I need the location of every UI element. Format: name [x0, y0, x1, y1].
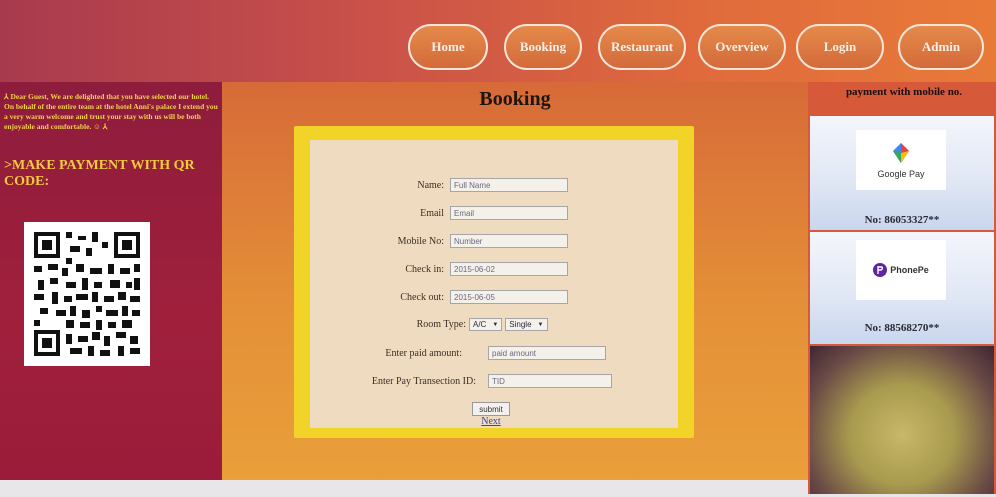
- booking-form-frame: Name: Full Name Email Email Mobile No: N…: [294, 126, 694, 438]
- left-info-panel: ⅄ Dear Guest, We are delighted that you …: [0, 82, 222, 480]
- mobile-label: Mobile No:: [397, 235, 444, 247]
- checkin-label: Check in:: [405, 263, 444, 275]
- nav-booking-button[interactable]: Booking: [504, 24, 582, 70]
- google-pay-icon: [893, 143, 909, 163]
- roomtype-ac-value: A/C: [473, 320, 487, 329]
- mobile-payment-heading: payment with mobile no.: [845, 86, 963, 98]
- google-pay-logo: Google Pay: [856, 130, 946, 190]
- mobile-input[interactable]: Number: [450, 234, 568, 248]
- qr-code-icon: [30, 228, 144, 360]
- food-image: [810, 346, 994, 494]
- phonepe-icon: [873, 263, 888, 277]
- google-pay-card: Google Pay No: 86053327**: [810, 116, 994, 230]
- google-pay-brand: Google Pay: [877, 169, 925, 179]
- roomtype-bed-select[interactable]: Single ▼: [505, 318, 548, 331]
- tid-label: Enter Pay Transection ID:: [371, 375, 476, 387]
- page-title: Booking: [479, 88, 551, 110]
- nav-admin-button[interactable]: Admin: [898, 24, 984, 70]
- nav-home-button[interactable]: Home: [408, 24, 488, 70]
- amount-label: Enter paid amount:: [385, 347, 462, 359]
- welcome-message: ⅄ Dear Guest, We are delighted that you …: [4, 92, 218, 131]
- checkout-date-input[interactable]: 2015-06-05: [450, 290, 568, 304]
- email-label: Email: [420, 207, 444, 219]
- header-bar: Home Booking Restaurant Overview Login A…: [0, 0, 996, 82]
- checkin-date-input[interactable]: 2015-06-02: [450, 262, 568, 276]
- email-input[interactable]: Email: [450, 206, 568, 220]
- page-footer-area: [0, 480, 808, 497]
- qr-payment-heading: >MAKE PAYMENT WITH QR CODE:: [4, 158, 195, 189]
- chevron-down-icon: ▼: [537, 321, 544, 328]
- google-pay-number: No: 86053327**: [864, 214, 940, 226]
- next-link[interactable]: Next: [472, 416, 510, 427]
- checkout-label: Check out:: [400, 291, 444, 303]
- nav-restaurant-button[interactable]: Restaurant: [598, 24, 686, 70]
- booking-section: Booking Name: Full Name Email Email Mobi…: [222, 82, 808, 492]
- transaction-id-input[interactable]: TID: [488, 374, 612, 388]
- roomtype-bed-value: Single: [509, 320, 532, 329]
- chevron-down-icon: ▼: [492, 321, 499, 328]
- roomtype-ac-select[interactable]: A/C ▼: [469, 318, 503, 331]
- roomtype-label: Room Type:: [416, 319, 466, 330]
- booking-form: Name: Full Name Email Email Mobile No: N…: [310, 140, 678, 428]
- qr-code-image: [24, 222, 150, 366]
- right-payment-panel: payment with mobile no. Google Pay No: 8…: [808, 82, 996, 494]
- phonepe-brand: PhonePe: [890, 265, 929, 275]
- phonepe-logo: PhonePe: [856, 240, 946, 300]
- phonepe-card: PhonePe No: 88568270**: [810, 232, 994, 344]
- nav-overview-button[interactable]: Overview: [698, 24, 786, 70]
- submit-button[interactable]: submit: [472, 402, 510, 416]
- name-label: Name:: [417, 179, 444, 191]
- nav-login-button[interactable]: Login: [796, 24, 884, 70]
- phonepe-number: No: 88568270**: [864, 322, 940, 334]
- name-input[interactable]: Full Name: [450, 178, 568, 192]
- paid-amount-input[interactable]: paid amount: [488, 346, 606, 360]
